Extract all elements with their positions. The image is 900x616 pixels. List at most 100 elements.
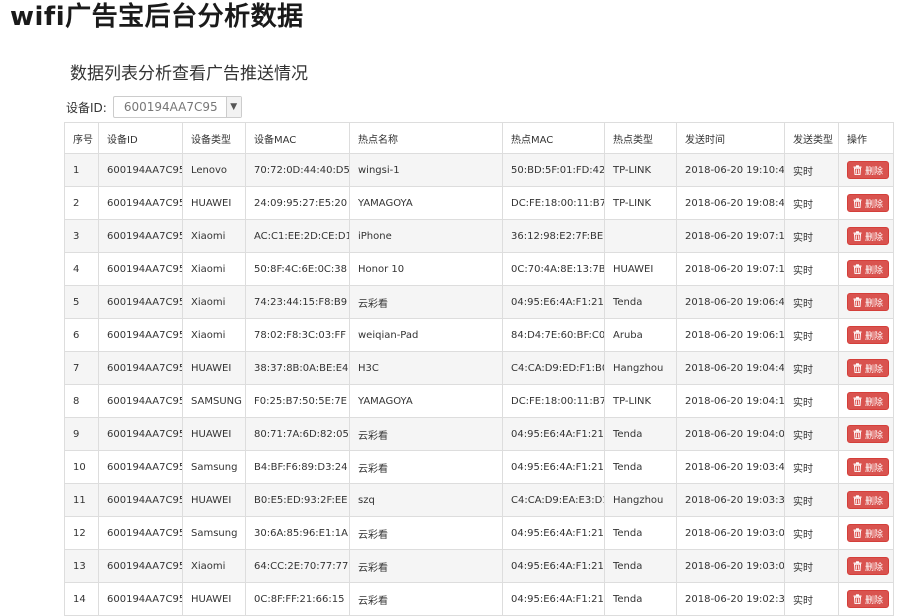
cell-device-type: HUAWEI <box>182 351 246 385</box>
cell-hotspot-name: szq <box>349 483 503 517</box>
trash-icon <box>853 231 862 241</box>
trash-icon <box>853 198 862 208</box>
cell-hotspot-mac: 50:BD:5F:01:FD:42 <box>502 153 605 187</box>
cell-device-id: 600194AA7C95 <box>98 582 183 616</box>
cell-send-type: 实时 <box>784 153 839 187</box>
cell-row-index: 7 <box>64 351 99 385</box>
cell-action: 删除 <box>838 516 894 550</box>
cell-device-id: 600194AA7C95 <box>98 285 183 319</box>
delete-button-label: 删除 <box>865 166 884 177</box>
cell-device-id: 600194AA7C95 <box>98 351 183 385</box>
cell-device-type: HUAWEI <box>182 186 246 220</box>
cell-device-id: 600194AA7C95 <box>98 252 183 286</box>
delete-button[interactable]: 删除 <box>847 260 890 278</box>
delete-button[interactable]: 删除 <box>847 557 890 575</box>
chevron-down-icon[interactable]: ▼ <box>225 97 241 117</box>
cell-action: 删除 <box>838 153 894 187</box>
cell-send-time: 2018-06-20 19:07:15 <box>676 219 785 253</box>
cell-device-id: 600194AA7C95 <box>98 417 183 451</box>
cell-action: 删除 <box>838 252 894 286</box>
cell-send-time: 2018-06-20 19:03:40 <box>676 450 785 484</box>
device-id-selected-value: 600194AA7C95 <box>123 100 218 114</box>
table-body: 1 600194AA7C95 Lenovo 70:72:0D:44:40:D5 wing… <box>64 153 894 616</box>
cell-device-mac: 78:02:F8:3C:03:FF <box>245 318 350 352</box>
delete-button-label: 删除 <box>865 397 884 408</box>
device-id-select[interactable]: 600194AA7C95 ▼ <box>112 96 242 118</box>
cell-send-type: 实时 <box>784 483 839 517</box>
cell-row-index: 3 <box>64 219 99 253</box>
delete-button[interactable]: 删除 <box>847 326 890 344</box>
cell-action: 删除 <box>838 351 894 385</box>
header-col-send-time: 发送时间 <box>676 122 785 154</box>
cell-device-type: Samsung <box>182 450 246 484</box>
cell-send-time: 2018-06-20 19:06:12 <box>676 318 785 352</box>
cell-send-type: 实时 <box>784 285 839 319</box>
delete-button-label: 删除 <box>865 364 884 375</box>
delete-button-label: 删除 <box>865 529 884 540</box>
cell-hotspot-mac: DC:FE:18:00:11:B7 <box>502 186 605 220</box>
cell-device-id: 600194AA7C95 <box>98 384 183 418</box>
cell-device-mac: 74:23:44:15:F8:B9 <box>245 285 350 319</box>
cell-hotspot-mac: 36:12:98:E2:7F:BE <box>502 219 605 253</box>
cell-hotspot-name: wingsi-1 <box>349 153 503 187</box>
cell-send-time: 2018-06-20 19:07:13 <box>676 252 785 286</box>
cell-row-index: 2 <box>64 186 99 220</box>
cell-device-mac: 24:09:95:27:E5:20 <box>245 186 350 220</box>
delete-button[interactable]: 删除 <box>847 227 890 245</box>
cell-action: 删除 <box>838 582 894 616</box>
cell-send-time: 2018-06-20 19:08:47 <box>676 186 785 220</box>
cell-device-id: 600194AA7C95 <box>98 549 183 583</box>
cell-device-id: 600194AA7C95 <box>98 153 183 187</box>
cell-send-type: 实时 <box>784 252 839 286</box>
delete-button[interactable]: 删除 <box>847 524 890 542</box>
delete-button[interactable]: 删除 <box>847 359 890 377</box>
cell-send-type: 实时 <box>784 516 839 550</box>
header-col-action: 操作 <box>838 122 894 154</box>
page-subtitle: 数据列表分析查看广告推送情况 <box>70 64 308 84</box>
table-row: 3 600194AA7C95 Xiaomi AC:C1:EE:2D:CE:D1 iPho… <box>64 219 894 253</box>
delete-button[interactable]: 删除 <box>847 491 890 509</box>
table-row: 2 600194AA7C95 HUAWEI 24:09:95:27:E5:20 YAMA… <box>64 186 894 220</box>
trash-icon <box>853 264 862 274</box>
cell-row-index: 8 <box>64 384 99 418</box>
table-header-row: 序号 设备ID 设备类型 设备MAC 热点名称 热点MAC 热点类型 发送时间 发送类型 操作 <box>64 122 894 154</box>
cell-hotspot-mac: 04:95:E6:4A:F1:21 <box>502 582 605 616</box>
cell-hotspot-type: Tenda <box>604 450 677 484</box>
cell-row-index: 5 <box>64 285 99 319</box>
cell-send-type: 实时 <box>784 186 839 220</box>
cell-row-index: 1 <box>64 153 99 187</box>
cell-hotspot-mac: 04:95:E6:4A:F1:21 <box>502 450 605 484</box>
delete-button[interactable]: 删除 <box>847 590 890 608</box>
delete-button-label: 删除 <box>865 463 884 474</box>
cell-send-type: 实时 <box>784 549 839 583</box>
cell-device-type: HUAWEI <box>182 417 246 451</box>
delete-button[interactable]: 删除 <box>847 392 890 410</box>
cell-hotspot-type: Aruba <box>604 318 677 352</box>
table-row: 10 600194AA7C95 Samsung B4:BF:F6:89:D3:24 云彩… <box>64 450 894 484</box>
cell-hotspot-mac: 84:D4:7E:60:BF:C0 <box>502 318 605 352</box>
cell-hotspot-type: Tenda <box>604 549 677 583</box>
cell-device-mac: 80:71:7A:6D:82:05 <box>245 417 350 451</box>
delete-button[interactable]: 删除 <box>847 458 890 476</box>
cell-hotspot-mac: 04:95:E6:4A:F1:21 <box>502 417 605 451</box>
trash-icon <box>853 429 862 439</box>
cell-hotspot-type: Tenda <box>604 582 677 616</box>
data-table: 序号 设备ID 设备类型 设备MAC 热点名称 热点MAC 热点类型 发送时间 发送类型 操作 1… <box>64 122 894 616</box>
delete-button[interactable]: 删除 <box>847 194 890 212</box>
cell-device-id: 600194AA7C95 <box>98 483 183 517</box>
delete-button[interactable]: 删除 <box>847 161 890 179</box>
trash-icon <box>853 495 862 505</box>
cell-device-mac: 70:72:0D:44:40:D5 <box>245 153 350 187</box>
delete-button-label: 删除 <box>865 265 884 276</box>
cell-hotspot-name: 云彩看 <box>349 549 503 583</box>
cell-hotspot-type: Tenda <box>604 516 677 550</box>
delete-button[interactable]: 删除 <box>847 425 890 443</box>
cell-send-time: 2018-06-20 19:10:49 <box>676 153 785 187</box>
cell-hotspot-name: iPhone <box>349 219 503 253</box>
cell-hotspot-mac: 04:95:E6:4A:F1:21 <box>502 516 605 550</box>
cell-row-index: 9 <box>64 417 99 451</box>
cell-send-type: 实时 <box>784 318 839 352</box>
cell-hotspot-mac: 0C:70:4A:8E:13:7B <box>502 252 605 286</box>
table-row: 7 600194AA7C95 HUAWEI 38:37:8B:0A:BE:E4 H3C C… <box>64 351 894 385</box>
delete-button[interactable]: 删除 <box>847 293 890 311</box>
